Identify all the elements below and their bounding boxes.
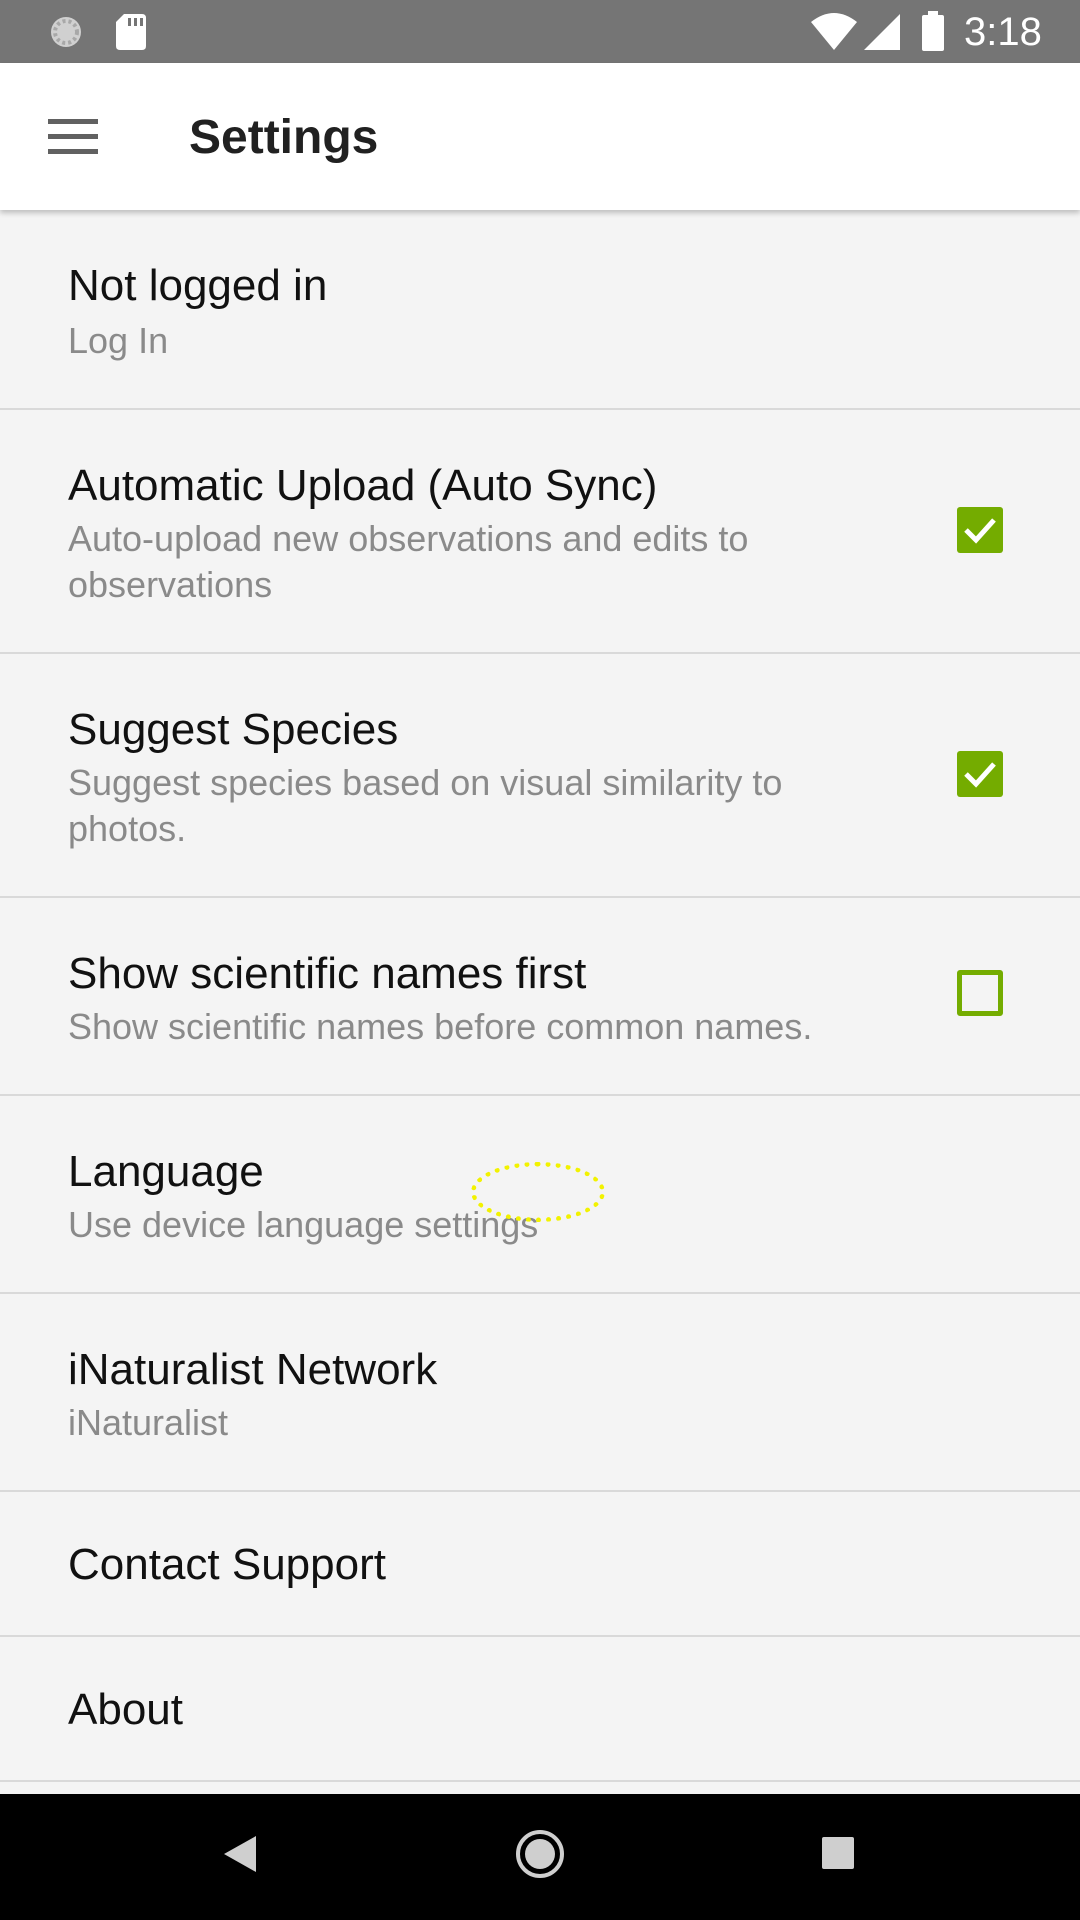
checkmark-icon bbox=[964, 762, 996, 788]
settings-item-auto-upload[interactable]: Automatic Upload (Auto Sync) Auto-upload… bbox=[0, 410, 1080, 654]
settings-item-network[interactable]: iNaturalist Network iNaturalist bbox=[0, 1294, 1080, 1492]
status-time: 3:18 bbox=[964, 10, 1042, 54]
sd-card-icon bbox=[116, 14, 146, 50]
status-bar: 3:18 bbox=[0, 0, 1080, 63]
setting-summary: Show scientific names before common name… bbox=[68, 1006, 813, 1047]
settings-item-scientific-names[interactable]: Show scientific names first Show scienti… bbox=[0, 898, 1080, 1096]
navigation-bar bbox=[0, 1794, 1080, 1920]
wifi-icon bbox=[811, 13, 857, 50]
setting-summary: Log In bbox=[68, 320, 169, 361]
back-icon[interactable] bbox=[222, 1834, 258, 1874]
settings-list: Not logged in Log In Automatic Upload (A… bbox=[0, 210, 1080, 1782]
settings-item-account[interactable]: Not logged in Log In bbox=[0, 210, 1080, 410]
settings-item-suggest-species[interactable]: Suggest Species Suggest species based on… bbox=[0, 654, 1080, 898]
battery-icon bbox=[922, 11, 944, 51]
loading-spinner-icon bbox=[51, 17, 81, 47]
suggest-species-checkbox[interactable] bbox=[957, 751, 1003, 797]
setting-title: Language bbox=[68, 1147, 264, 1196]
setting-summary: iNaturalist bbox=[68, 1402, 229, 1443]
settings-item-about[interactable]: About bbox=[0, 1637, 1080, 1782]
settings-item-contact-support[interactable]: Contact Support bbox=[0, 1492, 1080, 1637]
setting-summary: Auto-upload new observations and edits t… bbox=[68, 518, 749, 605]
setting-title: Not logged in bbox=[68, 261, 328, 310]
setting-title: iNaturalist Network bbox=[68, 1345, 438, 1394]
checkmark-icon bbox=[964, 518, 996, 544]
setting-title: Suggest Species bbox=[68, 705, 399, 754]
page-title: Settings bbox=[189, 111, 379, 164]
setting-title: Automatic Upload (Auto Sync) bbox=[68, 461, 658, 510]
setting-summary: Suggest species based on visual similari… bbox=[68, 762, 783, 849]
hamburger-menu-icon bbox=[48, 119, 98, 154]
touch-indicator bbox=[471, 1162, 605, 1222]
app-bar: Settings bbox=[0, 63, 1080, 210]
setting-title: Show scientific names first bbox=[68, 949, 587, 998]
setting-title: Contact Support bbox=[68, 1540, 386, 1589]
home-icon[interactable] bbox=[514, 1828, 566, 1880]
recents-icon[interactable] bbox=[821, 1836, 855, 1870]
cell-signal-icon bbox=[864, 14, 900, 50]
scientific-names-checkbox[interactable] bbox=[957, 970, 1003, 1016]
setting-title: About bbox=[68, 1685, 183, 1734]
menu-button[interactable] bbox=[40, 109, 106, 165]
auto-upload-checkbox[interactable] bbox=[957, 507, 1003, 553]
